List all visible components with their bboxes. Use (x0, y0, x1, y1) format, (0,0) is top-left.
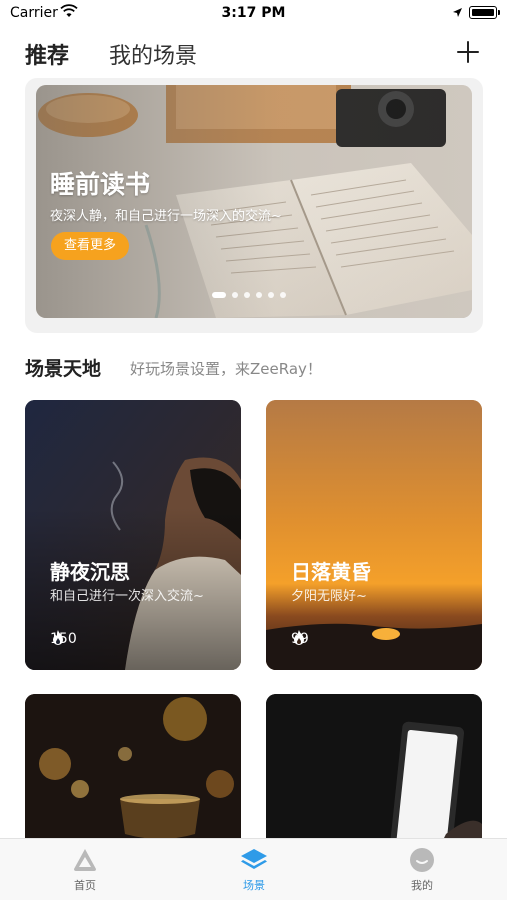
scene-image (25, 694, 241, 854)
carousel-dot[interactable] (268, 292, 274, 298)
fire-icon (294, 630, 304, 645)
tab-scene[interactable]: 场景 (214, 847, 294, 893)
carousel-dots (212, 292, 286, 298)
profile-icon (410, 848, 434, 872)
scene-card-phone[interactable] (266, 694, 482, 854)
tab-home[interactable]: 首页 (45, 847, 125, 893)
scene-title: 静夜沉思 (50, 560, 130, 584)
carousel-dot[interactable] (256, 292, 262, 298)
scene-image (266, 694, 482, 854)
clock: 3:17 PM (221, 5, 286, 21)
banner-image (36, 85, 472, 318)
layers-icon (241, 849, 267, 869)
location-arrow-icon (453, 8, 462, 17)
carousel-dot[interactable] (232, 292, 238, 298)
home-icon (74, 849, 96, 871)
tab-me[interactable]: 我的 (382, 847, 462, 893)
carousel-dot[interactable] (212, 292, 226, 298)
view-more-button[interactable]: 查看更多 (51, 232, 130, 260)
scene-title: 日落黄昏 (291, 560, 371, 584)
section-subtitle: 好玩场景设置，来ZeeRay！ (130, 360, 322, 378)
scene-card-quiet-night[interactable]: 静夜沉思 和自己进行一次深入交流~ 150 (25, 400, 241, 670)
carousel-dot[interactable] (244, 292, 250, 298)
top-nav: 推荐 我的场景 (0, 34, 507, 74)
tab-my-scenes[interactable]: 我的场景 (109, 38, 197, 70)
scene-description: 和自己进行一次深入交流~ (50, 589, 204, 604)
section-title: 场景天地 (25, 358, 102, 380)
banner-title: 睡前读书 (50, 170, 151, 199)
status-bar: Carrier 3:17 PM (0, 0, 507, 26)
battery-icon (469, 6, 500, 19)
fire-icon (53, 630, 63, 645)
scene-card-bar[interactable] (25, 694, 241, 854)
hot-count: 150 (50, 629, 77, 649)
tab-scene-label: 场景 (243, 879, 265, 892)
banner-carousel: 睡前读书 夜深人静，和自己进行一场深入的交流~ 查看更多 (25, 78, 483, 333)
banner-slide[interactable]: 睡前读书 夜深人静，和自己进行一场深入的交流~ 查看更多 (36, 85, 472, 318)
bottom-tab-bar: 首页 场景 我的 (0, 838, 507, 900)
tab-home-label: 首页 (74, 879, 96, 892)
tab-recommend[interactable]: 推荐 (25, 38, 69, 70)
scene-description: 夕阳无限好~ (291, 589, 367, 604)
plus-icon[interactable] (452, 36, 484, 68)
carousel-dot[interactable] (280, 292, 286, 298)
hot-count: 99 (291, 629, 309, 649)
banner-subtitle: 夜深人静，和自己进行一场深入的交流~ (50, 209, 282, 224)
tab-me-label: 我的 (411, 879, 433, 892)
scene-card-sunset[interactable]: 日落黄昏 夕阳无限好~ 99 (266, 400, 482, 670)
